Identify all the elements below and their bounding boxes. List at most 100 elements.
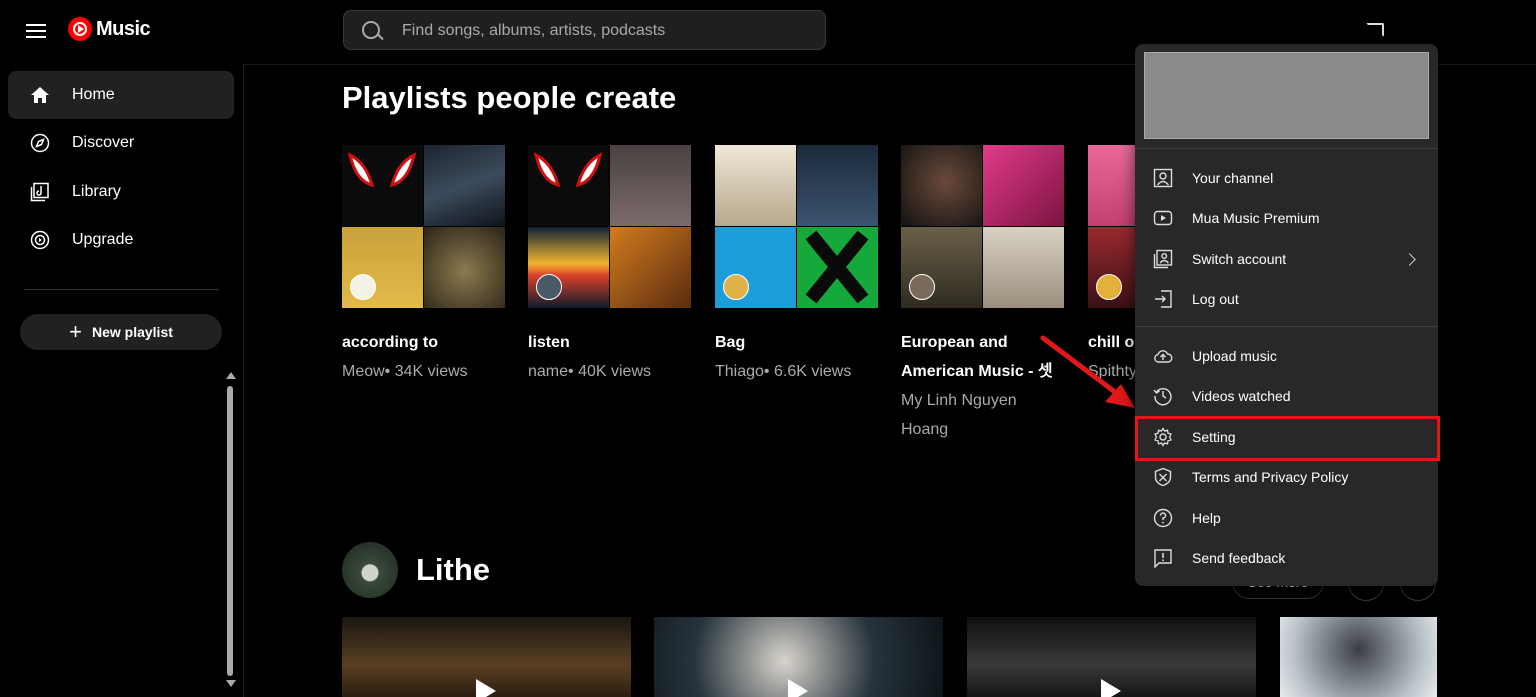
menu-item-label: Send feedback xyxy=(1192,550,1286,566)
sidebar-item-upgrade[interactable]: Upgrade xyxy=(8,216,234,264)
menu-item-label: Log out xyxy=(1192,291,1239,307)
new-playlist-button[interactable]: + New playlist xyxy=(20,314,222,350)
cover-art xyxy=(610,145,691,226)
sidebar-item-library[interactable]: Library xyxy=(8,168,234,216)
menu-item-label: Switch account xyxy=(1192,251,1287,267)
menu-item-label: Help xyxy=(1192,510,1221,526)
app-logo[interactable]: Music xyxy=(68,17,151,41)
sidebar-item-discover[interactable]: Discover xyxy=(8,119,234,167)
logout-icon xyxy=(1155,290,1172,308)
plus-icon: + xyxy=(69,319,82,344)
scroll-up-icon[interactable] xyxy=(226,372,236,379)
playlist-title[interactable]: listen xyxy=(528,328,691,357)
annotation-arrow xyxy=(1040,335,1135,408)
setting-highlight-box xyxy=(1135,416,1440,461)
section-title: Playlists people create xyxy=(342,80,677,115)
cover-art xyxy=(901,145,982,226)
cover-art xyxy=(983,145,1064,226)
playlist-thumbnail[interactable] xyxy=(715,145,878,308)
creator-avatar xyxy=(1096,274,1122,300)
sidebar-item-label: Library xyxy=(72,183,121,200)
new-playlist-label: New playlist xyxy=(91,324,173,340)
search-input[interactable] xyxy=(400,11,814,51)
sidebar-item-label: Upgrade xyxy=(72,231,134,248)
sidebar-item-home[interactable]: Home xyxy=(8,71,234,119)
playlist-subtitle: Thiago• 6.6K views xyxy=(715,363,852,380)
play-box-icon xyxy=(1153,210,1173,226)
playlist-thumbnail[interactable] xyxy=(901,145,1064,308)
menu-divider xyxy=(1135,326,1438,327)
scroll-down-icon[interactable] xyxy=(226,680,236,687)
menu-divider xyxy=(1135,148,1438,149)
menu-item-terms[interactable]: Terms and Privacy Policy xyxy=(1135,457,1438,497)
cover-art xyxy=(797,145,878,226)
cover-art xyxy=(715,145,796,226)
playlist-subtitle: name• 40K views xyxy=(528,363,651,380)
playlist-thumbnail[interactable] xyxy=(1088,145,1136,308)
creator-avatar xyxy=(350,274,376,300)
menu-item-label: Your channel xyxy=(1192,170,1274,186)
playlist-card[interactable]: listen name• 40K views xyxy=(528,145,691,386)
creator-avatar xyxy=(909,274,935,300)
upload-cloud-icon xyxy=(1154,350,1173,363)
creator-avatar xyxy=(723,274,749,300)
sidebar-item-label: Discover xyxy=(72,134,135,151)
upgrade-icon xyxy=(30,230,50,250)
menu-item-label: Terms and Privacy Policy xyxy=(1192,469,1349,485)
playlist-subtitle: Meow• 34K views xyxy=(342,363,468,380)
cover-art xyxy=(424,145,505,226)
menu-item-help[interactable]: Help xyxy=(1135,498,1438,538)
playlist-thumbnail[interactable] xyxy=(528,145,691,308)
artist-name[interactable]: Lithe xyxy=(416,552,490,588)
menu-item-log-out[interactable]: Log out xyxy=(1135,279,1438,319)
search-icon[interactable] xyxy=(362,21,380,39)
search-box[interactable] xyxy=(343,10,826,51)
playlist-title[interactable]: according to xyxy=(342,328,505,357)
cast-icon[interactable] xyxy=(1366,23,1384,37)
menu-item-upload-music[interactable]: Upload music xyxy=(1135,336,1438,376)
menu-item-your-channel[interactable]: Your channel xyxy=(1135,158,1438,198)
play-icon xyxy=(1101,679,1121,697)
home-icon xyxy=(31,87,49,103)
video-thumbnail[interactable] xyxy=(342,617,631,697)
sidebar-item-label: Home xyxy=(72,86,115,103)
history-icon xyxy=(1153,388,1172,406)
playlist-card[interactable]: Bag Thiago• 6.6K views xyxy=(715,145,878,386)
playlist-card[interactable]: according to Meow• 34K views xyxy=(342,145,505,386)
play-icon xyxy=(476,679,496,697)
cover-art xyxy=(1088,145,1136,226)
person-box-icon xyxy=(1153,168,1173,188)
switch-account-icon xyxy=(1153,249,1173,269)
menu-item-label: Mua Music Premium xyxy=(1192,210,1320,226)
account-header-banner xyxy=(1144,52,1429,139)
menu-item-premium[interactable]: Mua Music Premium xyxy=(1135,198,1438,238)
cover-art xyxy=(983,227,1064,308)
video-thumbnail[interactable] xyxy=(967,617,1256,697)
feedback-icon xyxy=(1154,549,1172,568)
menu-item-send-feedback[interactable]: Send feedback xyxy=(1135,538,1438,578)
artist-section-header: Lithe xyxy=(342,542,490,598)
scrollbar-thumb[interactable] xyxy=(227,386,233,676)
sidebar: Home Discover Library Upgrade + New play… xyxy=(0,64,244,697)
cover-art xyxy=(610,227,691,308)
shield-icon xyxy=(1154,467,1172,487)
chevron-right-icon xyxy=(1403,252,1416,266)
menu-hamburger-icon[interactable] xyxy=(24,20,48,44)
compass-icon xyxy=(30,133,50,153)
menu-item-switch-account[interactable]: Switch account xyxy=(1135,239,1438,279)
artist-avatar[interactable] xyxy=(342,542,398,598)
cover-art xyxy=(797,227,878,308)
video-thumbnail[interactable] xyxy=(1280,617,1437,697)
playlist-title[interactable]: Bag xyxy=(715,328,878,357)
menu-item-label: Videos watched xyxy=(1192,388,1291,404)
menu-item-videos-watched[interactable]: Videos watched xyxy=(1135,376,1438,416)
library-icon xyxy=(30,182,49,202)
help-icon xyxy=(1153,508,1173,528)
sidebar-divider xyxy=(24,289,219,290)
playlist-thumbnail[interactable] xyxy=(342,145,505,308)
sidebar-scrollbar[interactable] xyxy=(226,372,236,687)
video-thumbnail[interactable] xyxy=(654,617,943,697)
menu-item-label: Upload music xyxy=(1192,348,1277,364)
creator-avatar xyxy=(536,274,562,300)
music-logo-icon xyxy=(68,17,92,41)
